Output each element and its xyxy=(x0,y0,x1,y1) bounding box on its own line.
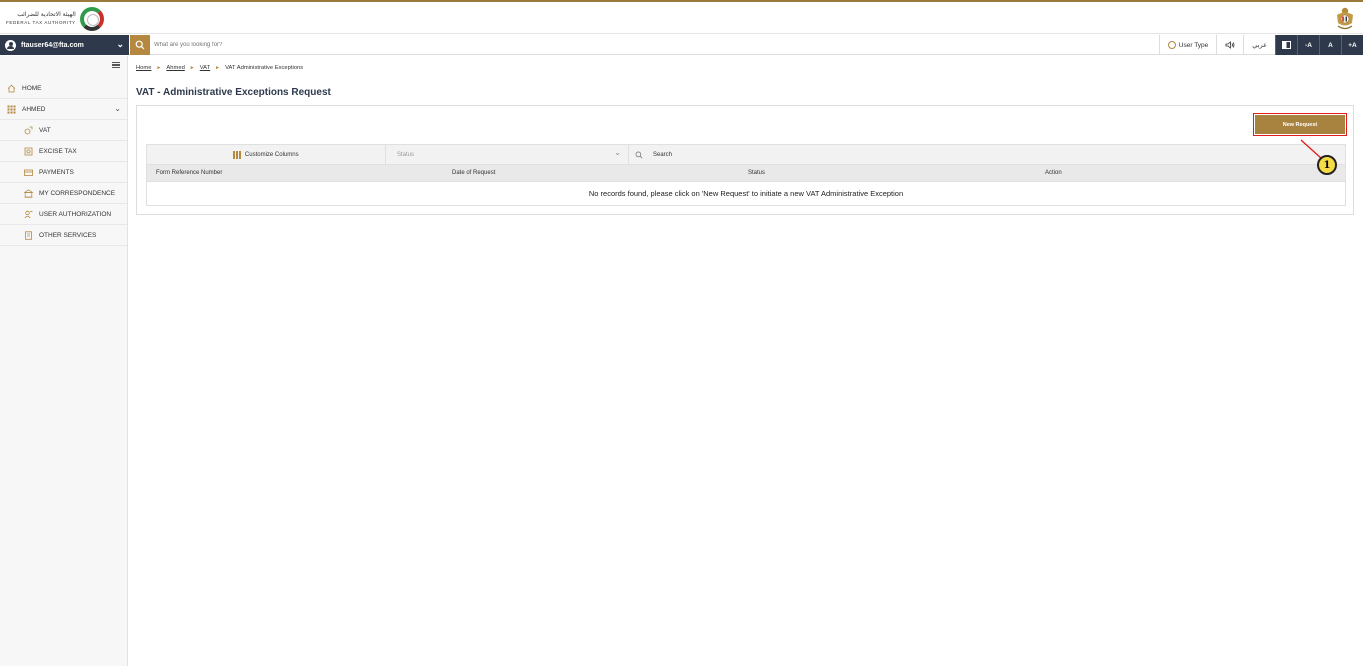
language-toggle[interactable]: عربي xyxy=(1243,35,1275,55)
breadcrumb-ahmed[interactable]: Ahmed xyxy=(166,65,184,71)
top-header: الهيئة الاتحادية للضرائب FEDERAL TAX AUT… xyxy=(0,0,1363,34)
accessibility-tools: User Type عربي -A A +A xyxy=(1158,35,1363,55)
status-placeholder: Status xyxy=(397,151,415,158)
correspondence-icon xyxy=(24,188,33,198)
excise-icon xyxy=(24,147,33,155)
breadcrumb-current: VAT Administrative Exceptions xyxy=(225,65,304,71)
main-content: Home ► Ahmed ► VAT ► VAT Administrative … xyxy=(128,56,1363,666)
global-search-input[interactable] xyxy=(154,38,654,52)
sidebar-item-other-services[interactable]: OTHER SERVICES xyxy=(0,225,127,246)
home-icon xyxy=(7,84,16,92)
breadcrumb: Home ► Ahmed ► VAT ► VAT Administrative … xyxy=(136,65,303,71)
sidebar-item-label: HOME xyxy=(22,84,42,92)
search-icon xyxy=(135,40,145,50)
font-decrease-label: -A xyxy=(1305,41,1312,49)
logo-arabic-text: الهيئة الاتحادية للضرائب xyxy=(17,11,76,18)
breadcrumb-arrow-icon: ► xyxy=(189,65,195,71)
sidebar-item-label: USER AUTHORIZATION xyxy=(39,210,112,218)
breadcrumb-home[interactable]: Home xyxy=(136,65,151,71)
font-normal-button[interactable]: A xyxy=(1319,35,1341,55)
font-normal-label: A xyxy=(1328,41,1333,49)
sidebar-item-home[interactable]: HOME xyxy=(0,78,127,99)
sidebar-item-label: EXCISE TAX xyxy=(39,147,77,155)
contrast-icon xyxy=(1282,41,1291,49)
user-type-icon xyxy=(1167,41,1176,49)
sidebar-item-label: PAYMENTS xyxy=(39,168,74,176)
contrast-toggle[interactable] xyxy=(1275,35,1297,55)
column-header-date-of-request[interactable]: Date of Request xyxy=(452,170,495,176)
font-decrease-button[interactable]: -A xyxy=(1297,35,1319,55)
sidebar-item-label: MY CORRESPONDENCE xyxy=(39,189,116,197)
sidebar-menu: HOME AHMED ⌄ VAT EXCISE TAX PAYMENTS MY … xyxy=(0,78,127,246)
fta-ring-icon xyxy=(79,7,104,31)
search-button[interactable] xyxy=(130,35,150,55)
breadcrumb-vat[interactable]: VAT xyxy=(200,65,210,71)
speaker-icon xyxy=(1225,41,1235,49)
logo-english-text: FEDERAL TAX AUTHORITY xyxy=(6,20,76,25)
sidebar-item-label: OTHER SERVICES xyxy=(39,231,97,239)
column-header-form-reference[interactable]: Form Reference Number xyxy=(156,170,222,176)
customize-columns-label: Customize Columns xyxy=(244,151,299,158)
status-filter-select[interactable]: Status ⌄ xyxy=(386,145,629,164)
arabic-label: عربي xyxy=(1252,41,1267,49)
nav-bar: ftauser64@fta.com ⌄ User Type عربي -A A … xyxy=(0,35,1363,55)
user-account-dropdown[interactable]: ftauser64@fta.com ⌄ xyxy=(0,35,129,55)
table-filter-row: Customize Columns Status ⌄ Search xyxy=(147,145,1345,165)
table-header-row: Form Reference Number Date of Request St… xyxy=(147,165,1345,182)
page-title: VAT - Administrative Exceptions Request xyxy=(136,87,331,98)
breadcrumb-arrow-icon: ► xyxy=(215,65,221,71)
font-increase-button[interactable]: +A xyxy=(1341,35,1363,55)
user-type-label: User Type xyxy=(1178,41,1209,49)
columns-icon xyxy=(233,150,241,159)
callout-badge: 1 xyxy=(1317,155,1337,175)
audio-button[interactable] xyxy=(1216,35,1243,55)
sidebar-item-ahmed[interactable]: AHMED ⌄ xyxy=(0,99,127,120)
sidebar-item-label: AHMED xyxy=(22,105,46,113)
user-email: ftauser64@fta.com xyxy=(21,41,84,49)
sidebar-item-excise-tax[interactable]: EXCISE TAX xyxy=(0,141,127,162)
grid-icon xyxy=(7,105,16,113)
table-search-input[interactable]: Search xyxy=(629,145,1345,164)
font-increase-label: +A xyxy=(1348,41,1357,49)
requests-table: Customize Columns Status ⌄ Search Form R… xyxy=(146,144,1346,206)
user-type-button[interactable]: User Type xyxy=(1158,35,1217,55)
fta-logo[interactable]: الهيئة الاتحادية للضرائب FEDERAL TAX AUT… xyxy=(6,6,104,32)
sidebar: HOME AHMED ⌄ VAT EXCISE TAX PAYMENTS MY … xyxy=(0,56,128,666)
vat-icon xyxy=(24,126,33,134)
menu-toggle-icon[interactable] xyxy=(112,62,120,68)
sidebar-item-label: VAT xyxy=(39,126,51,134)
empty-state-message: No records found, please click on 'New R… xyxy=(588,189,904,198)
user-avatar-icon xyxy=(5,39,16,51)
customize-columns-button[interactable]: Customize Columns xyxy=(147,145,386,164)
chevron-down-icon: ⌄ xyxy=(114,104,121,113)
breadcrumb-arrow-icon: ► xyxy=(156,65,162,71)
chevron-down-icon: ⌄ xyxy=(614,148,621,157)
sidebar-item-vat[interactable]: VAT xyxy=(0,120,127,141)
services-icon xyxy=(24,230,33,240)
sidebar-item-user-authorization[interactable]: USER AUTHORIZATION xyxy=(0,204,127,225)
logo-text: الهيئة الاتحادية للضرائب FEDERAL TAX AUT… xyxy=(6,11,76,27)
new-request-button[interactable]: New Request xyxy=(1253,113,1347,136)
column-header-status[interactable]: Status xyxy=(748,170,765,176)
sidebar-item-my-correspondence[interactable]: MY CORRESPONDENCE xyxy=(0,183,127,204)
authorization-icon xyxy=(24,210,33,218)
chevron-down-icon: ⌄ xyxy=(116,39,124,49)
requests-panel: New Request Customize Columns Status ⌄ S… xyxy=(136,105,1354,215)
search-label: Search xyxy=(653,151,673,158)
sidebar-item-payments[interactable]: PAYMENTS xyxy=(0,162,127,183)
column-header-action: Action xyxy=(1045,170,1062,176)
uae-emblem-icon xyxy=(1337,7,1353,30)
search-icon xyxy=(635,151,643,158)
payments-icon xyxy=(24,168,33,176)
